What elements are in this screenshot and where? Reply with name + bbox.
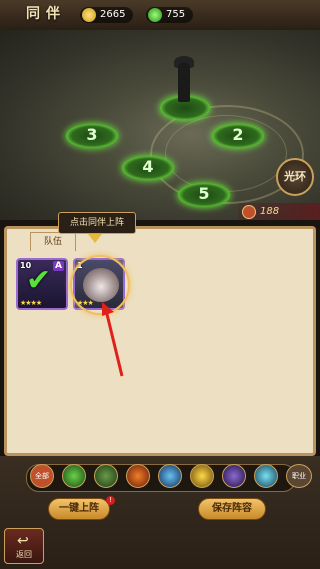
filter-all[interactable]: 全部 <box>30 464 54 488</box>
gem-resource: 755 <box>146 7 194 23</box>
card-stars: ★★★★ <box>20 299 42 307</box>
save-formation-button[interactable]: 保存阵容 <box>198 498 266 520</box>
filter-dark-icon[interactable] <box>222 464 246 488</box>
filter-earth-icon[interactable] <box>94 464 118 488</box>
aura-button[interactable]: 光环 <box>276 158 314 196</box>
filter-light-icon[interactable] <box>190 464 214 488</box>
filter-water-icon[interactable] <box>158 464 182 488</box>
back-button[interactable]: ↩ 返回 <box>4 528 44 564</box>
power-icon <box>242 205 256 219</box>
gold-coin-icon <box>82 8 96 22</box>
tab-team[interactable]: 队伍 <box>30 232 76 251</box>
hint-tooltip: 点击同伴上阵 <box>58 212 136 234</box>
formation-slot-2[interactable]: 2 <box>212 124 264 148</box>
filter-fire-icon[interactable] <box>126 464 150 488</box>
gem-amount: 755 <box>166 9 186 20</box>
combat-power: 188 <box>238 203 320 220</box>
one-click-deploy-button[interactable]: 一键上阵 <box>48 498 110 520</box>
down-arrow-icon <box>88 234 102 243</box>
filter-wind-icon[interactable] <box>254 464 278 488</box>
formation-slot-4[interactable]: 4 <box>122 156 174 180</box>
formation-scene: 3 2 4 5 <box>0 30 320 220</box>
gold-amount: 2665 <box>100 9 126 20</box>
page-title: 同伴 <box>26 6 66 22</box>
formation-slot-5[interactable]: 5 <box>178 183 230 207</box>
companion-card-1[interactable]: 10 A ✔ ★★★★ <box>16 258 68 310</box>
gold-resource: 2665 <box>80 7 134 23</box>
notification-badge: ! <box>106 496 115 505</box>
filter-class[interactable]: 职业 <box>286 464 312 488</box>
deployed-check-icon: ✔ <box>26 263 52 298</box>
green-gem-icon <box>148 8 162 22</box>
hero-figure <box>178 62 190 102</box>
filter-nature-icon[interactable] <box>62 464 86 488</box>
formation-slot-3[interactable]: 3 <box>66 124 118 148</box>
return-arrow-icon: ↩ <box>17 533 29 549</box>
pointer-arrow-icon <box>102 302 124 377</box>
